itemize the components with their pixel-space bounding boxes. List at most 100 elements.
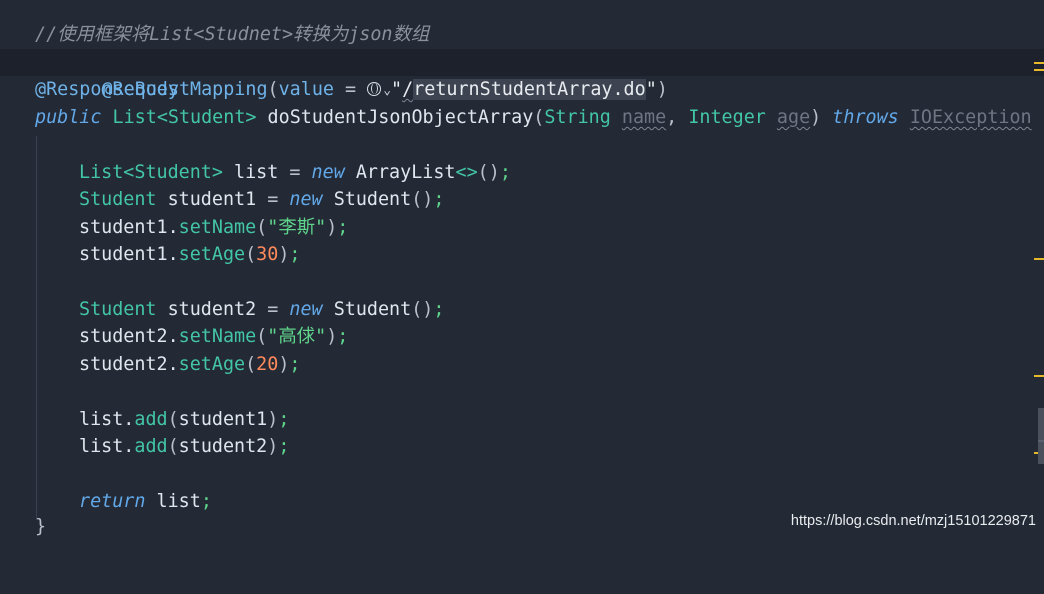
- semicolon: ;: [200, 491, 212, 512]
- paren-close: ): [278, 244, 290, 265]
- vertical-scrollbar[interactable]: [1038, 408, 1044, 464]
- return-value: list: [156, 491, 201, 512]
- warning-marker[interactable]: [1034, 258, 1044, 260]
- paren-close: ): [278, 354, 290, 375]
- generic-type: <Student>: [156, 107, 257, 128]
- object-ref: student1.: [79, 244, 179, 265]
- method-call: setName: [178, 217, 257, 238]
- code-line-student2-declaration: Student student2 = new Student();: [0, 296, 1044, 323]
- method-call: setAge: [178, 354, 246, 375]
- param-age: age: [776, 107, 811, 128]
- code-line-student2-setage: student2.setAge(20);: [0, 351, 1044, 378]
- keyword-new: new: [289, 189, 323, 210]
- paren-open: (: [167, 409, 179, 430]
- paren-open: (: [533, 107, 545, 128]
- object-ref: student1.: [79, 217, 179, 238]
- code-line-list-add-2: list.add(student2);: [0, 433, 1044, 460]
- comma: ,: [666, 107, 678, 128]
- watermark: https://blog.csdn.net/mzj15101229871: [790, 513, 1036, 529]
- code-line-student1-setage: student1.setAge(30);: [0, 241, 1044, 268]
- param-type-string: String: [544, 107, 611, 128]
- type-student: Student: [79, 189, 157, 210]
- code-line-student1-declaration: Student student1 = new Student();: [0, 186, 1044, 213]
- annotation-response-body: @ResponseBody: [35, 79, 179, 100]
- code-line-list-add-1: list.add(student1);: [0, 406, 1044, 433]
- variable-student2: student2: [167, 299, 257, 320]
- diamond-operator: <>: [455, 162, 478, 183]
- semicolon: ;: [433, 299, 445, 320]
- paren-open: (: [167, 436, 179, 457]
- code-line-response-body: @ResponseBody: [0, 76, 1044, 103]
- variable-list: list: [234, 162, 279, 183]
- code-line-list-declaration: List<Student> list = new ArrayList<>();: [0, 159, 1044, 186]
- semicolon: ;: [278, 436, 290, 457]
- method-call: add: [134, 409, 168, 430]
- method-call: setAge: [178, 244, 246, 265]
- constructor-student: Student: [333, 299, 412, 320]
- paren-open: (: [256, 326, 268, 347]
- object-ref: student2.: [79, 354, 179, 375]
- code-line-method-signature: public List<Student> doStudentJsonObject…: [0, 104, 1044, 131]
- semicolon: ;: [337, 217, 349, 238]
- semicolon: ;: [499, 162, 511, 183]
- keyword-return: return: [79, 491, 146, 512]
- param-type-integer: Integer: [688, 107, 766, 128]
- paren-close: ): [267, 436, 279, 457]
- semicolon: ;: [278, 409, 290, 430]
- comment-text: //使用框架将List<Studnet>转换为json数组: [35, 24, 430, 45]
- code-line-comment: //使用框架将List<Studnet>转换为json数组: [0, 21, 1044, 48]
- paren-close: ): [267, 409, 279, 430]
- keyword-new: new: [311, 162, 345, 183]
- paren-open: (: [256, 217, 268, 238]
- code-editor[interactable]: //使用框架将List<Studnet>转换为json数组 @RequestMa…: [0, 0, 1044, 540]
- type-list: List: [79, 162, 124, 183]
- call-parens: (): [411, 189, 434, 210]
- object-ref: student2.: [79, 326, 179, 347]
- brace-close: }: [35, 516, 47, 537]
- type-student: Student: [79, 299, 157, 320]
- semicolon: ;: [433, 189, 445, 210]
- paren-open: (: [245, 354, 257, 375]
- string-literal: "高俅": [267, 326, 327, 347]
- call-parens: (): [477, 162, 500, 183]
- paren-close: ): [326, 217, 338, 238]
- equals-sign: =: [256, 189, 290, 210]
- keyword-public: public: [35, 107, 102, 128]
- keyword-new: new: [289, 299, 323, 320]
- equals-sign: =: [278, 162, 312, 183]
- number-literal: 30: [256, 244, 279, 265]
- warning-marker[interactable]: [1034, 62, 1044, 64]
- semicolon: ;: [289, 354, 301, 375]
- variable-student1: student1: [167, 189, 257, 210]
- constructor-student: Student: [333, 189, 412, 210]
- warning-marker[interactable]: [1034, 69, 1044, 71]
- semicolon: ;: [337, 326, 349, 347]
- param-name: name: [621, 107, 667, 128]
- generic-type: <Student>: [123, 162, 223, 183]
- call-parens: (): [411, 299, 434, 320]
- object-ref: list.: [79, 409, 135, 430]
- return-type: List: [112, 107, 157, 128]
- method-call: setName: [178, 326, 257, 347]
- code-line-return: return list;: [0, 488, 1044, 515]
- method-call: add: [134, 436, 168, 457]
- semicolon: ;: [289, 244, 301, 265]
- number-literal: 20: [256, 354, 279, 375]
- code-line-student1-setname: student1.setName("李斯");: [0, 214, 1044, 241]
- argument: student1: [178, 409, 268, 430]
- equals-sign: =: [256, 299, 290, 320]
- code-line-request-mapping: @RequestMapping(value = ⌄"/returnStudent…: [0, 49, 1044, 100]
- keyword-throws: throws: [832, 107, 899, 128]
- string-literal: "李斯": [267, 217, 327, 238]
- scroll-tick: [1038, 440, 1044, 442]
- object-ref: list.: [79, 436, 135, 457]
- constructor-arraylist: ArrayList: [355, 162, 456, 183]
- exception-type: IOException: [909, 107, 1032, 128]
- paren-open: (: [245, 244, 257, 265]
- method-name[interactable]: doStudentJsonObjectArray: [268, 107, 534, 128]
- paren-close: ): [810, 107, 822, 128]
- warning-marker[interactable]: [1034, 375, 1044, 377]
- paren-close: ): [326, 326, 338, 347]
- argument: student2: [178, 436, 268, 457]
- code-line-student2-setname: student2.setName("高俅");: [0, 323, 1044, 350]
